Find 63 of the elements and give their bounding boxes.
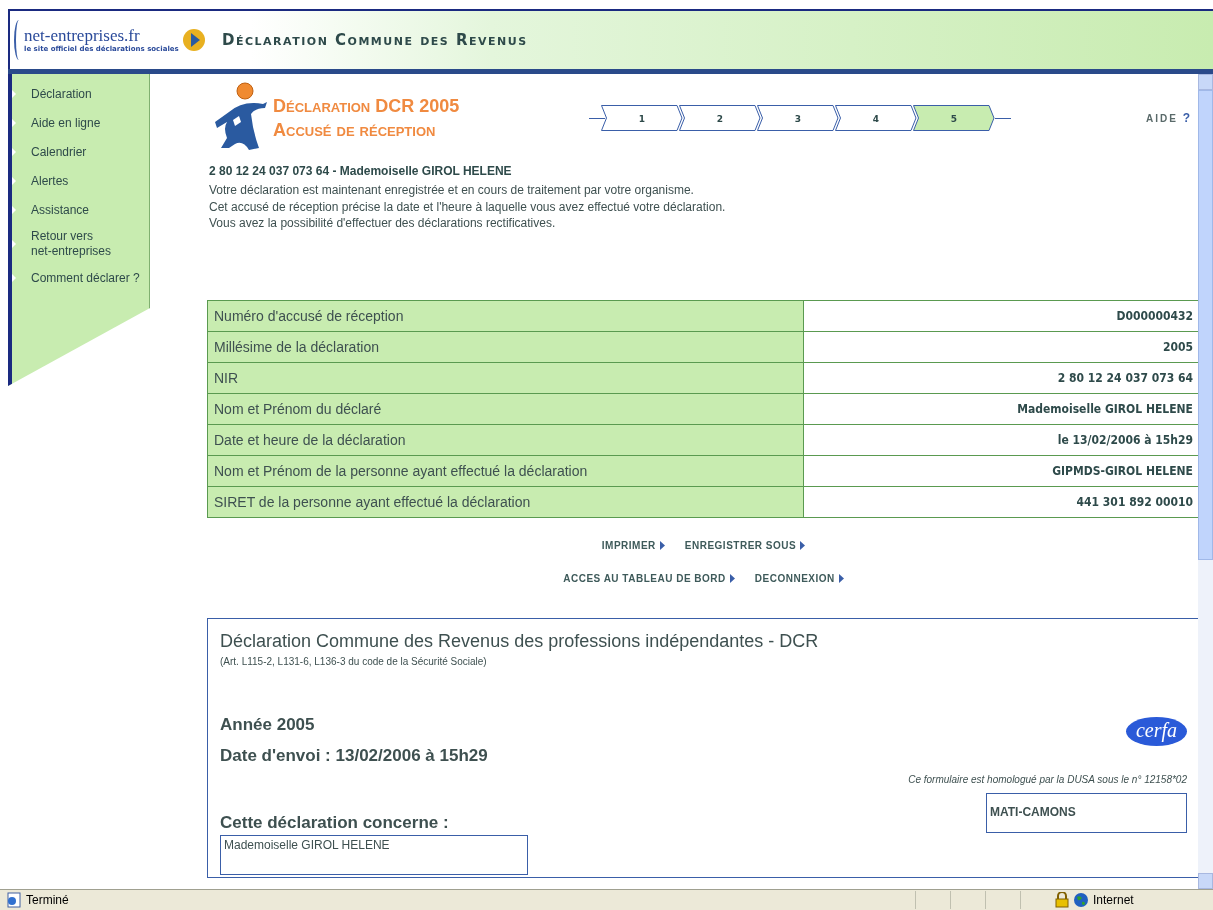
sidebar-item[interactable]: Calendrier (31, 144, 87, 160)
action-link[interactable]: IMPRIMER (601, 539, 665, 551)
table-label-cell: Millésime de la déclaration (207, 331, 804, 362)
message-line: Cet accusé de réception précise la date et l'heure à laquelle vous avez effectué votre déclaration. (209, 198, 727, 215)
zone-text: Internet (1093, 893, 1135, 907)
sidebar-item[interactable]: Comment déclarer ? (31, 270, 140, 286)
help-link[interactable]: AIDE ? (1146, 111, 1192, 125)
sidebar-item[interactable]: Retour vers net-entreprises (31, 229, 112, 259)
identity-line: 2 80 12 24 037 073 64 - Mademoiselle GIROL HELENE (209, 164, 513, 178)
triangle-icon (838, 573, 844, 583)
play-icon (181, 28, 206, 52)
action-link[interactable]: ACCES AU TABLEAU DE BORD (563, 572, 735, 584)
page-title: Déclaration DCR 2005 (273, 95, 461, 118)
sidebar-item[interactable]: Assistance (31, 202, 90, 218)
scrollbar-thumb[interactable] (1198, 90, 1213, 560)
step-chevron: 3 (757, 105, 839, 131)
table-label-cell: Nom et Prénom de la personne ayant effectué la déclaration (207, 455, 804, 486)
page-subtitle: Accusé de réception (273, 119, 437, 142)
triangle-icon (12, 148, 16, 156)
message-line: Votre déclaration est maintenant enregistrée et en cours de traitement par votre organisme. (209, 182, 695, 199)
table-label-cell: SIRET de la personne ayant effectué la déclaration (207, 486, 804, 517)
triangle-icon (659, 540, 665, 550)
table-label-cell: Numéro d'accusé de réception (207, 300, 804, 331)
cerfa-logo: cerfa (1125, 716, 1187, 746)
form-title: Déclaration Commune des Revenus des professions indépendantes - DCR (220, 630, 820, 652)
scrollbar[interactable] (1198, 74, 1213, 889)
triangle-icon (800, 540, 806, 550)
organism-box: MATI-CAMONS (986, 792, 1187, 833)
app-title: Déclaration Commune des Revenus (222, 31, 528, 49)
table-label-cell: NIR (207, 362, 804, 393)
page-icon (6, 892, 22, 908)
scroll-down-icon[interactable] (1198, 873, 1213, 889)
step-chevron: 1 (601, 105, 683, 131)
logo-name[interactable]: net-entreprises.fr (24, 27, 179, 45)
triangle-icon (12, 119, 16, 127)
approval-note: Ce formulaire est homologué par la DUSA sous le n° 12158*02 (907, 773, 1187, 785)
table-label-cell: Nom et Prénom du déclaré (207, 393, 804, 424)
triangle-icon (729, 573, 735, 583)
form-year: Année 2005 (220, 715, 315, 735)
declarant-box: Mademoiselle GIROL HELENE (220, 834, 528, 875)
step-chevron: 4 (835, 105, 917, 131)
table-label-cell: Date et heure de la déclaration (207, 424, 804, 455)
step-chevron: 2 (679, 105, 761, 131)
action-link[interactable]: ENREGISTRER SOUS (684, 539, 806, 551)
lock-icon (1055, 892, 1069, 908)
message-line: Vous avez la possibilité d'effectuer des déclarations rectificatives. (209, 215, 557, 232)
sidebar-item[interactable]: Déclaration (31, 86, 92, 102)
globe-icon (1073, 892, 1089, 908)
sent-date: Date d'envoi : 13/02/2006 à 15h29 (220, 745, 489, 766)
step-chevron: 5 (913, 105, 995, 131)
legal-reference: (Art. L115-2, L131-6, L136-3 du code de la Sécurité Sociale) (220, 655, 488, 667)
triangle-icon (12, 90, 16, 98)
sidebar-item[interactable]: Aide en ligne (31, 115, 101, 131)
action-link[interactable]: DECONNEXION (754, 572, 844, 584)
triangle-icon (12, 177, 16, 185)
status-text: Terminé (26, 893, 69, 907)
triangle-icon (12, 240, 16, 248)
scroll-up-icon[interactable] (1198, 74, 1213, 90)
table-value-cell: D000000432 (803, 300, 1198, 331)
triangle-icon (12, 274, 16, 282)
triangle-icon (12, 206, 16, 214)
sidebar-item[interactable]: Alertes (31, 173, 69, 189)
section-heading: Cette déclaration concerne : (220, 812, 450, 833)
